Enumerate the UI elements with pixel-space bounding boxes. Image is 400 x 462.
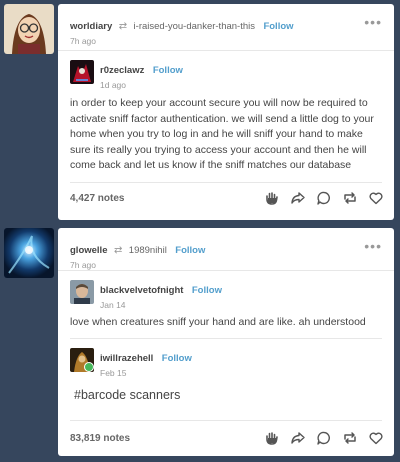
post1-card: worldiary ⇄ i-raised-you-danker-than-thi… [58, 4, 394, 220]
post1-reblogged-from[interactable]: i-raised-you-danker-than-this [134, 21, 255, 32]
post1-trail-username[interactable]: r0zeclawz [100, 65, 144, 76]
post2-divider-top [58, 270, 394, 271]
post2-trail2-time: Feb 15 [100, 368, 127, 378]
share-icon[interactable] [290, 190, 306, 206]
post2-card: glowelle ⇄ 1989nihil Follow 7h ago ••• b… [58, 228, 394, 456]
heart-icon[interactable] [368, 430, 384, 446]
post2-action-bar [264, 430, 384, 446]
post2-follow-button[interactable]: Follow [175, 245, 205, 256]
post2-username[interactable]: glowelle [70, 245, 107, 256]
post1-body: in order to keep your account secure you… [70, 97, 374, 171]
reblog-small-icon: ⇄ [118, 21, 128, 32]
reply-icon[interactable] [316, 430, 332, 446]
hand-icon[interactable] [264, 430, 280, 446]
post2-divider-bottom [70, 420, 382, 421]
post2-menu-icon[interactable]: ••• [364, 239, 382, 253]
post2-trail2-username[interactable]: iwillrazehell [100, 353, 153, 364]
post2-avatar[interactable] [4, 228, 54, 278]
heart-icon[interactable] [368, 190, 384, 206]
post2-body: love when creatures sniff your hand and … [70, 316, 366, 328]
post1-follow-button[interactable]: Follow [263, 21, 293, 32]
trail-avatar[interactable] [70, 348, 94, 372]
post2-time: 7h ago [70, 260, 96, 270]
post1-divider-top [58, 50, 394, 51]
reblog-icon[interactable] [342, 190, 358, 206]
post1-trail-follow-button[interactable]: Follow [153, 65, 183, 76]
post1-username[interactable]: worldiary [70, 21, 112, 32]
post2-tag[interactable]: #barcode scanners [74, 388, 180, 402]
share-icon[interactable] [290, 430, 306, 446]
post1-action-bar [264, 190, 384, 206]
post1-header: worldiary ⇄ i-raised-you-danker-than-thi… [70, 15, 382, 46]
post2-reblogged-from[interactable]: 1989nihil [129, 245, 167, 256]
post1-avatar[interactable] [4, 4, 54, 54]
hand-icon[interactable] [264, 190, 280, 206]
post2-trail1-username[interactable]: blackvelvetofnight [100, 285, 183, 296]
post1-trail-time: 1d ago [100, 80, 126, 90]
reblog-icon[interactable] [342, 430, 358, 446]
reblog-small-icon: ⇄ [113, 245, 123, 256]
post2-header: glowelle ⇄ 1989nihil Follow 7h ago ••• [70, 239, 382, 270]
post1-divider-bottom [70, 182, 382, 183]
trail-avatar[interactable] [70, 280, 94, 304]
post2-trail1-time: Jan 14 [100, 300, 126, 310]
post1-menu-icon[interactable]: ••• [364, 15, 382, 29]
post1-time: 7h ago [70, 36, 96, 46]
trail-avatar[interactable] [70, 60, 94, 84]
post1-notes-count[interactable]: 4,427 notes [70, 193, 124, 204]
post2-trail1-follow-button[interactable]: Follow [192, 285, 222, 296]
post2-trail2-follow-button[interactable]: Follow [162, 353, 192, 364]
post2-notes-count[interactable]: 83,819 notes [70, 433, 130, 444]
post2-divider-mid [70, 338, 382, 339]
reply-icon[interactable] [316, 190, 332, 206]
